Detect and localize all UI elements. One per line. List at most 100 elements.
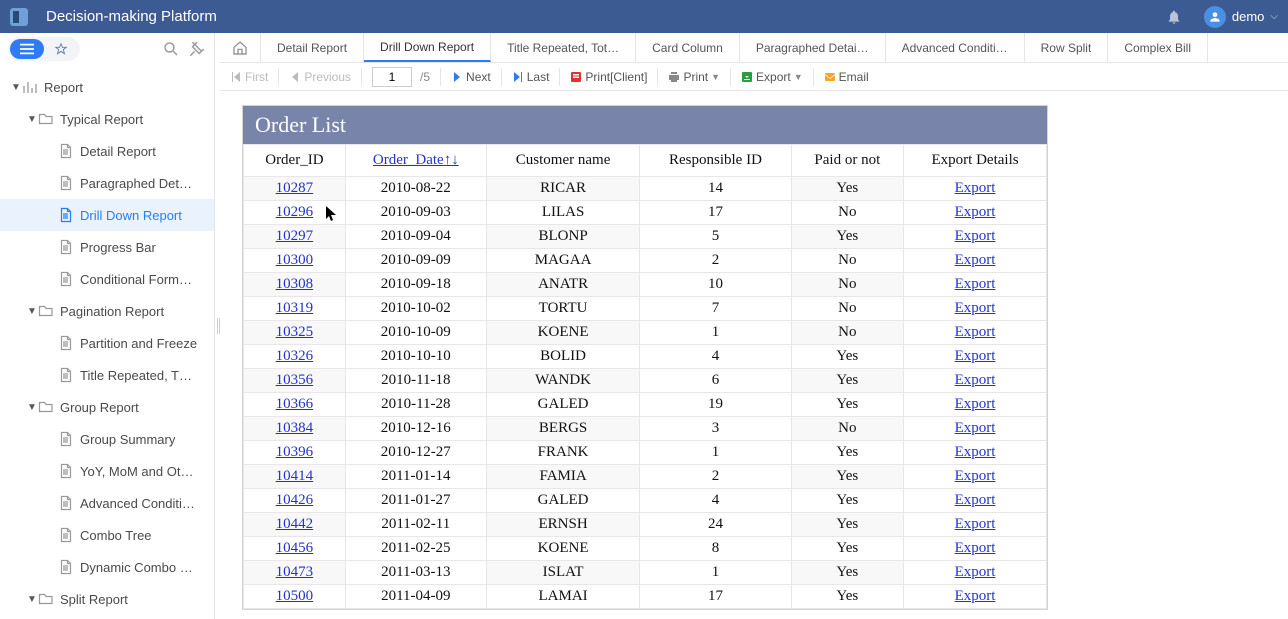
export-detail-link[interactable]: Export: [955, 540, 996, 556]
tree-report-item[interactable]: Drill Down Report: [0, 199, 214, 231]
tree-report-item[interactable]: Partition and Freeze: [0, 327, 214, 359]
order-id-link[interactable]: 10356: [276, 372, 314, 388]
sidebar-resize-handle[interactable]: [215, 33, 220, 619]
tree-report-item[interactable]: Advanced Conditi…: [0, 487, 214, 519]
order-id-link[interactable]: 10325: [276, 324, 314, 340]
tree-report-item[interactable]: Title Repeated, T…: [0, 359, 214, 391]
paid-cell: Yes: [791, 225, 904, 249]
tree-report-item[interactable]: Progress Bar: [0, 231, 214, 263]
export-detail-link[interactable]: Export: [955, 180, 996, 196]
report-tab[interactable]: Detail Report: [261, 33, 364, 62]
order-table: Order_IDOrder_Date↑↓Customer nameRespons…: [243, 144, 1047, 609]
responsible-cell: 1: [640, 441, 791, 465]
order-id-link[interactable]: 10297: [276, 228, 314, 244]
export-detail-link[interactable]: Export: [955, 588, 996, 604]
order-date-cell: 2010-11-28: [345, 393, 486, 417]
tree-folder-item[interactable]: ▼Split Report: [0, 583, 214, 615]
column-header: Order_ID: [244, 145, 346, 177]
report-tab[interactable]: Row Split: [1025, 33, 1109, 62]
export-detail-link[interactable]: Export: [955, 564, 996, 580]
previous-page-button[interactable]: Previous: [285, 66, 355, 88]
order-id-link[interactable]: 10296: [276, 204, 314, 220]
order-id-link[interactable]: 10326: [276, 348, 314, 364]
tree-report-item[interactable]: Group Summary: [0, 423, 214, 455]
export-button[interactable]: Export▼: [737, 66, 807, 88]
export-detail-link[interactable]: Export: [955, 252, 996, 268]
report-tab[interactable]: Card Column: [636, 33, 740, 62]
first-page-button[interactable]: First: [226, 66, 272, 88]
paid-cell: Yes: [791, 489, 904, 513]
table-row: 102972010-09-04BLONP5YesExport: [244, 225, 1047, 249]
order-id-link[interactable]: 10396: [276, 444, 314, 460]
order-id-link[interactable]: 10426: [276, 492, 314, 508]
report-tab[interactable]: Title Repeated, Tot…: [491, 33, 636, 62]
column-header: Paid or not: [791, 145, 904, 177]
export-detail-link[interactable]: Export: [955, 516, 996, 532]
home-tab[interactable]: [220, 33, 261, 62]
order-id-link[interactable]: 10287: [276, 180, 314, 196]
tree-report-item[interactable]: Paragraphed Det…: [0, 167, 214, 199]
paid-cell: Yes: [791, 345, 904, 369]
export-detail-link[interactable]: Export: [955, 204, 996, 220]
sort-column-link[interactable]: Order_Date↑↓: [373, 152, 459, 168]
order-id-link[interactable]: 10500: [276, 588, 314, 604]
tree-report-item[interactable]: YoY, MoM and Ot…: [0, 455, 214, 487]
tree-folder-item[interactable]: ▼Report: [0, 71, 214, 103]
export-detail-link[interactable]: Export: [955, 492, 996, 508]
separator: [278, 68, 279, 86]
last-page-button[interactable]: Last: [508, 66, 554, 88]
order-id-link[interactable]: 10308: [276, 276, 314, 292]
column-header[interactable]: Order_Date↑↓: [345, 145, 486, 177]
export-detail-link[interactable]: Export: [955, 276, 996, 292]
order-id-link[interactable]: 10473: [276, 564, 314, 580]
export-detail-link[interactable]: Export: [955, 372, 996, 388]
order-id-link[interactable]: 10319: [276, 300, 314, 316]
tree-item-label: Report: [44, 80, 83, 95]
paid-cell: No: [791, 273, 904, 297]
tree-folder-item[interactable]: ▼Pagination Report: [0, 295, 214, 327]
email-button[interactable]: Email: [820, 66, 873, 88]
export-detail-link[interactable]: Export: [955, 228, 996, 244]
report-tab[interactable]: Complex Bill: [1108, 33, 1208, 62]
print-client-button[interactable]: Print[Client]: [566, 66, 651, 88]
tree-folder-item[interactable]: ▼Group Report: [0, 391, 214, 423]
export-detail-link[interactable]: Export: [955, 396, 996, 412]
tree-report-item[interactable]: Dynamic Combo …: [0, 551, 214, 583]
order-date-cell: 2010-09-09: [345, 249, 486, 273]
notifications-icon[interactable]: [1166, 9, 1182, 25]
order-date-cell: 2010-12-27: [345, 441, 486, 465]
order-id-link[interactable]: 10442: [276, 516, 314, 532]
order-id-link[interactable]: 10414: [276, 468, 314, 484]
report-tab[interactable]: Advanced Conditi…: [886, 33, 1025, 62]
export-detail-link[interactable]: Export: [955, 348, 996, 364]
tree-report-item[interactable]: Detail Report: [0, 135, 214, 167]
order-id-link[interactable]: 10384: [276, 420, 314, 436]
order-id-link[interactable]: 10366: [276, 396, 314, 412]
order-id-link[interactable]: 10300: [276, 252, 314, 268]
order-date-cell: 2011-01-27: [345, 489, 486, 513]
order-id-link[interactable]: 10456: [276, 540, 314, 556]
export-detail-link[interactable]: Export: [955, 324, 996, 340]
report-tab[interactable]: Drill Down Report: [364, 33, 491, 62]
tree-folder-item[interactable]: ▼Typical Report: [0, 103, 214, 135]
report-tab[interactable]: Paragraphed Detai…: [740, 33, 886, 62]
print-button[interactable]: Print▼: [664, 66, 724, 88]
order-date-cell: 2011-03-13: [345, 561, 486, 585]
export-detail-link[interactable]: Export: [955, 468, 996, 484]
view-mode-toggle[interactable]: [8, 37, 80, 61]
responsible-cell: 3: [640, 417, 791, 441]
next-page-button[interactable]: Next: [447, 66, 495, 88]
column-header: Export Details: [904, 145, 1047, 177]
tree-item-label: Advanced Conditi…: [80, 496, 195, 511]
page-number-input[interactable]: [372, 67, 412, 87]
tree-report-item[interactable]: Combo Tree: [0, 519, 214, 551]
search-icon[interactable]: [162, 40, 180, 58]
user-menu[interactable]: demo ⌵: [1204, 6, 1278, 28]
report-viewport[interactable]: Order List Order_IDOrder_Date↑↓Customer …: [220, 91, 1288, 619]
export-detail-link[interactable]: Export: [955, 420, 996, 436]
responsible-cell: 7: [640, 297, 791, 321]
export-detail-link[interactable]: Export: [955, 444, 996, 460]
pin-icon[interactable]: [188, 40, 206, 58]
tree-report-item[interactable]: Conditional Form…: [0, 263, 214, 295]
export-detail-link[interactable]: Export: [955, 300, 996, 316]
